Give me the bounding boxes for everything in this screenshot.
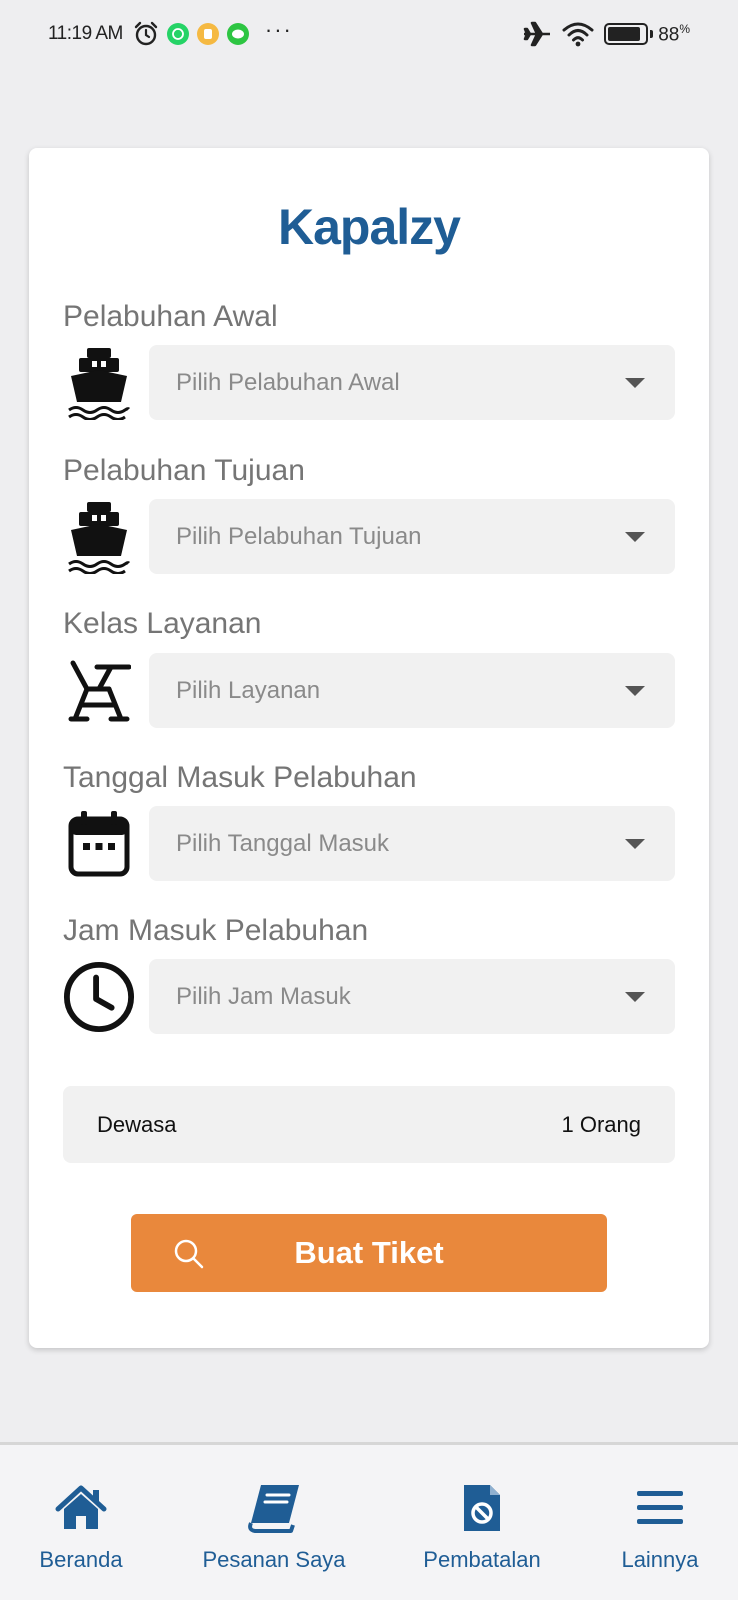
entry-date-placeholder: Pilih Tanggal Masuk: [176, 829, 390, 857]
status-time: 11:19 AM: [48, 23, 123, 44]
home-icon: [54, 1483, 108, 1533]
entry-time-select[interactable]: Pilih Jam Masuk: [149, 959, 675, 1034]
create-ticket-label: Buat Tiket: [294, 1235, 444, 1270]
service-class-select[interactable]: Pilih Layanan: [149, 653, 675, 728]
chevron-down-icon: [625, 991, 645, 1002]
status-bar: 11:19 AM ··· 88%: [0, 0, 738, 68]
line-app-icon: [226, 23, 249, 45]
book-icon: [247, 1483, 301, 1533]
chevron-down-icon: [625, 838, 645, 849]
origin-port-select[interactable]: Pilih Pelabuhan Awal: [149, 345, 675, 420]
service-class-placeholder: Pilih Layanan: [176, 676, 321, 704]
destination-port-label: Pelabuhan Tujuan: [63, 454, 305, 487]
create-ticket-button[interactable]: Buat Tiket: [131, 1214, 607, 1292]
ship-icon: [63, 345, 135, 421]
nav-label-my-orders: Pesanan Saya: [202, 1547, 346, 1572]
nav-item-home[interactable]: Beranda: [30, 1445, 132, 1600]
seat-icon: [63, 653, 135, 729]
notification-app-icon: [196, 23, 219, 45]
chevron-down-icon: [625, 531, 645, 542]
battery-level: [608, 27, 640, 41]
wifi-icon: [562, 21, 594, 47]
booking-form-card: Kapalzy Pelabuhan Awal Pilih Pelabuhan A…: [29, 148, 709, 1348]
alarm-icon: [133, 21, 159, 47]
menu-icon: [635, 1483, 685, 1533]
ship-icon: [63, 499, 135, 575]
airplane-icon: [522, 20, 552, 48]
nav-item-more[interactable]: Lainnya: [618, 1445, 702, 1600]
battery-percent: 88%: [658, 21, 690, 46]
chevron-down-icon: [625, 685, 645, 696]
passenger-type-label: Dewasa: [97, 1111, 177, 1137]
nav-label-more: Lainnya: [621, 1547, 699, 1572]
cancel-document-icon: [462, 1483, 502, 1533]
clock-icon: [63, 959, 135, 1035]
passenger-count-field[interactable]: Dewasa 1 Orang: [63, 1086, 675, 1163]
more-notifications-indicator: ···: [264, 17, 293, 42]
nav-label-cancellation: Pembatalan: [423, 1547, 541, 1572]
entry-time-placeholder: Pilih Jam Masuk: [176, 982, 351, 1010]
destination-port-placeholder: Pilih Pelabuhan Tujuan: [176, 522, 422, 550]
entry-date-select[interactable]: Pilih Tanggal Masuk: [149, 806, 675, 881]
origin-port-label: Pelabuhan Awal: [63, 300, 278, 333]
app-title: Kapalzy: [278, 199, 461, 255]
passenger-count-value: 1 Orang: [561, 1111, 642, 1137]
bottom-navigation: Beranda Pesanan Saya Pembatalan Lainnya: [0, 1442, 738, 1600]
search-icon: [173, 1238, 205, 1275]
nav-item-my-orders[interactable]: Pesanan Saya: [200, 1445, 348, 1600]
calendar-icon: [63, 806, 135, 882]
chevron-down-icon: [625, 377, 645, 388]
battery-icon: [604, 23, 654, 45]
origin-port-placeholder: Pilih Pelabuhan Awal: [176, 368, 400, 396]
entry-time-label: Jam Masuk Pelabuhan: [63, 914, 369, 947]
nav-item-cancellation[interactable]: Pembatalan: [420, 1445, 544, 1600]
entry-date-label: Tanggal Masuk Pelabuhan: [63, 761, 417, 794]
nav-label-home: Beranda: [39, 1547, 123, 1572]
service-class-label: Kelas Layanan: [63, 607, 262, 640]
whatsapp-icon: [166, 23, 189, 45]
destination-port-select[interactable]: Pilih Pelabuhan Tujuan: [149, 499, 675, 574]
